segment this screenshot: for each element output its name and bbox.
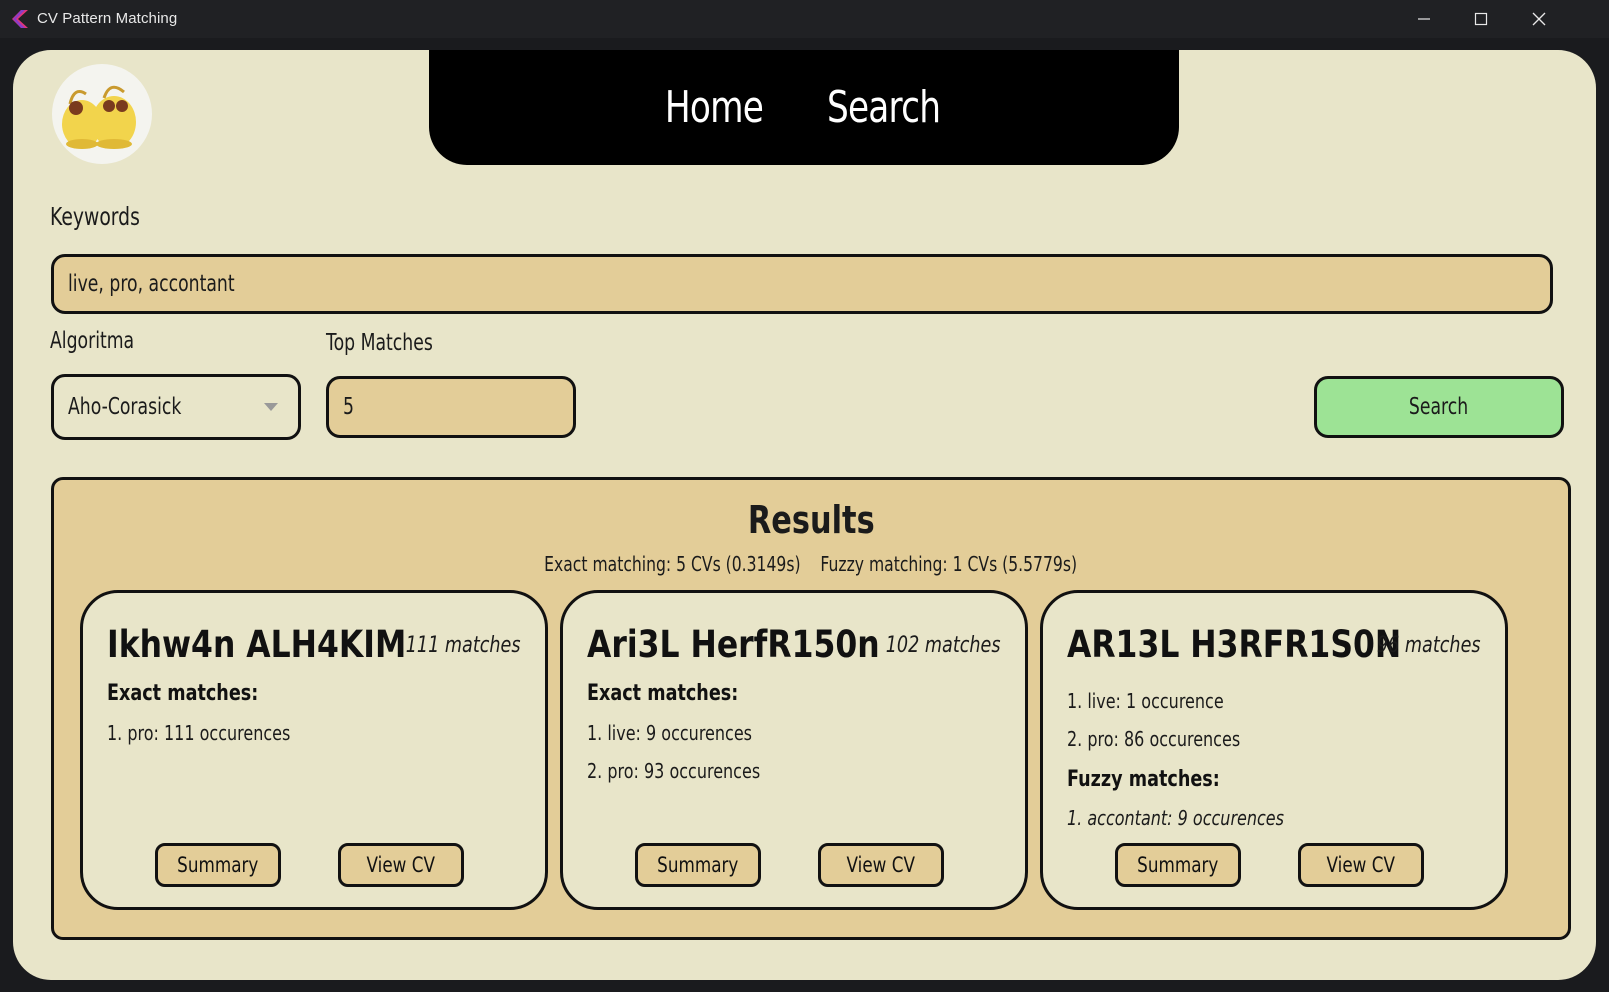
chevron-down-icon [264,403,278,411]
maximize-icon [1474,12,1488,26]
nav-search-link[interactable]: Search [827,82,941,133]
minimize-icon [1418,18,1430,20]
results-panel: Results Exact matching: 5 CVs (0.3149s) … [51,477,1571,940]
match-item: 2. pro: 93 occurences [587,759,761,783]
algorithm-label: Algoritma [50,328,135,354]
keywords-label: Keywords [50,202,140,231]
match-item: 1. live: 9 occurences [587,721,753,745]
match-count: 96 matches [1377,633,1481,658]
match-item: 2. pro: 86 occurences [1067,727,1241,751]
fuzzy-match-item: 1. accontant: 9 occurences [1067,806,1284,830]
logo-avatar [52,64,152,164]
keywords-input[interactable]: live, pro, accontant [51,254,1553,314]
minimize-button[interactable] [1395,0,1453,38]
result-card: Ari3L HerfR150n 102 matches Exact matche… [560,590,1028,910]
view-cv-button[interactable]: View CV [1298,843,1424,887]
match-item: 1. pro: 111 occurences [107,721,291,745]
summary-button[interactable]: Summary [635,843,761,887]
top-navbar: Home Search [429,50,1179,165]
exact-matches-heading: Exact matches: [107,681,259,706]
exact-matches-heading: Exact matches: [587,681,739,706]
summary-button[interactable]: Summary [1115,843,1241,887]
candidate-name: AR13L H3RFR1S0N [1067,623,1402,666]
maximize-button[interactable] [1452,0,1510,38]
window-title: CV Pattern Matching [37,10,178,27]
algorithm-select[interactable]: Aho-Corasick [51,374,301,440]
top-matches-label: Top Matches [326,330,433,356]
match-count: 111 matches [406,633,521,658]
results-title: Results [747,498,875,542]
view-cv-button[interactable]: View CV [338,843,464,887]
results-summary: Exact matching: 5 CVs (0.3149s) Fuzzy ma… [544,552,1078,576]
candidate-name: Ikhw4n ALH4KIM [107,623,407,666]
view-cv-button[interactable]: View CV [818,843,944,887]
candidate-name: Ari3L HerfR150n [587,623,880,666]
app-icon [12,10,28,28]
match-item: 1. live: 1 occurence [1067,689,1224,713]
close-icon [1532,12,1546,26]
nav-home-link[interactable]: Home [665,82,764,133]
fuzzy-matches-heading: Fuzzy matches: [1067,767,1220,792]
title-bar: CV Pattern Matching [0,0,1609,38]
match-count: 102 matches [886,633,1001,658]
result-card: Ikhw4n ALH4KIM 111 matches Exact matches… [80,590,548,910]
app-container: Home Search Keywords live, pro, accontan… [13,50,1596,980]
search-button[interactable]: Search [1314,376,1564,438]
result-card: AR13L H3RFR1S0N 96 matches 1. live: 1 oc… [1040,590,1508,910]
summary-button[interactable]: Summary [155,843,281,887]
top-matches-input[interactable]: 5 [326,376,576,438]
close-button[interactable] [1510,0,1568,38]
